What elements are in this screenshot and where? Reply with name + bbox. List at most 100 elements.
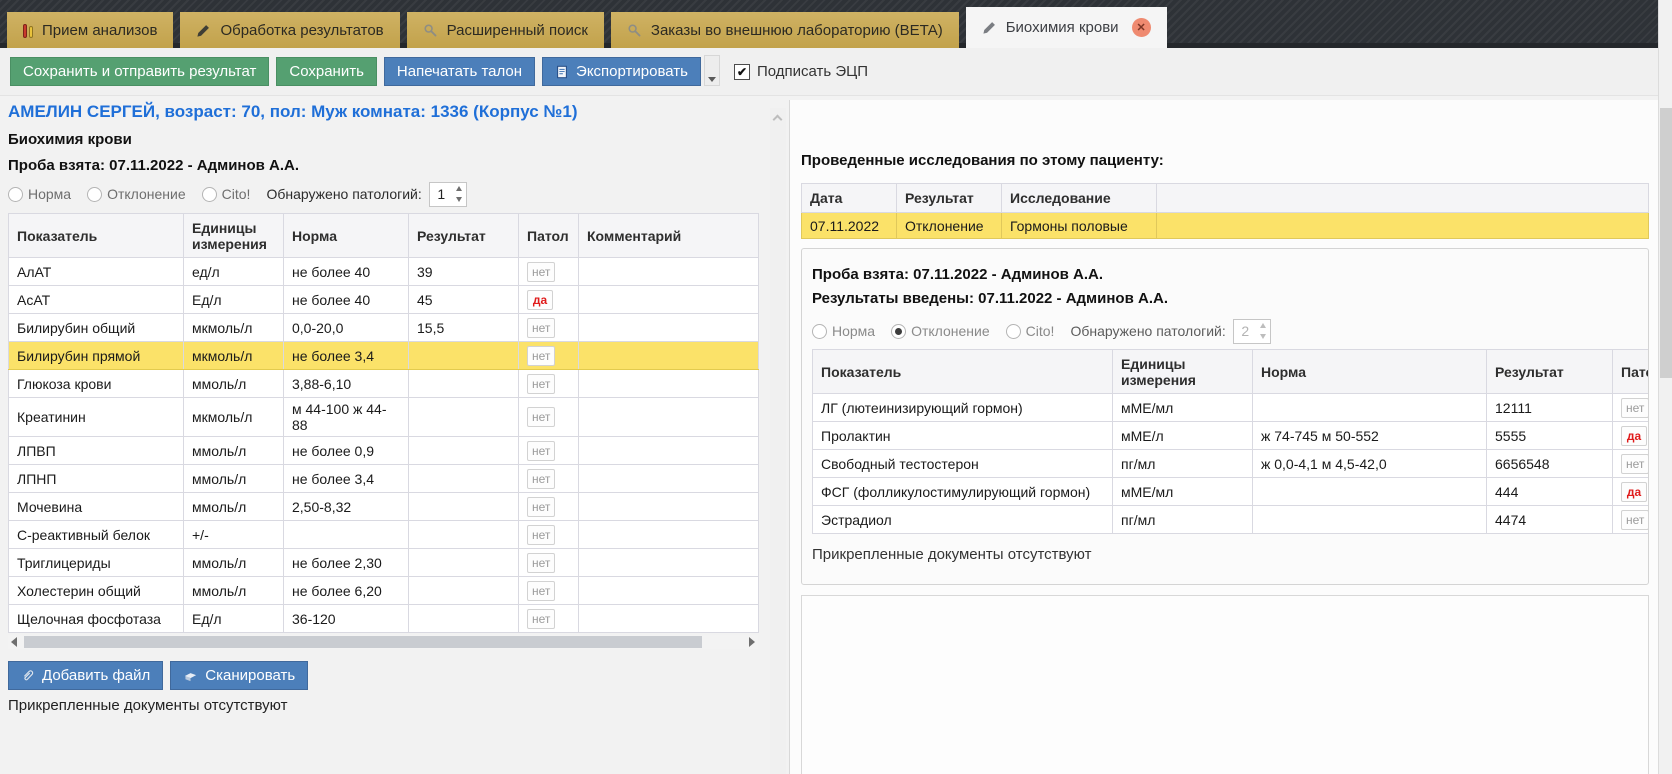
col-patol: Патол (519, 214, 579, 258)
panel-divider-scrollbar[interactable] (770, 108, 786, 774)
unit-cell: мМЕ/мл (1113, 394, 1253, 422)
comment-cell (579, 493, 759, 521)
name-cell: С-реактивный белок (9, 521, 184, 549)
pathology-cell: нет (519, 314, 579, 342)
result-cell (409, 370, 519, 398)
pathology-toggle[interactable]: нет (527, 553, 555, 573)
table-row[interactable]: Билирубин прямоймкмоль/лне более 3,4нет (9, 342, 759, 370)
scroll-right-arrow-icon[interactable] (749, 637, 755, 647)
pathology-toggle[interactable]: нет (527, 262, 555, 282)
unit-cell: ммоль/л (184, 549, 284, 577)
pathology-toggle[interactable]: нет (527, 441, 555, 461)
table-row[interactable]: Щелочная фосфотазаЕд/л36-120нет (9, 605, 759, 633)
pathology-toggle[interactable]: да (527, 290, 553, 310)
history-row[interactable]: 07.11.2022 Отклонение Гормоны половые (802, 213, 1649, 239)
pathology-toggle[interactable]: нет (527, 581, 555, 601)
table-row[interactable]: С-реактивный белок+/-нет (9, 521, 759, 549)
name-cell: ЛПВП (9, 437, 184, 465)
table-row[interactable]: Мочевинаммоль/л2,50-8,32нет (9, 493, 759, 521)
name-cell: Глюкоза крови (9, 370, 184, 398)
norm-cell (1253, 506, 1487, 534)
print-ticket-button[interactable]: Напечатать талон (384, 57, 535, 86)
chevron-up-icon (773, 115, 783, 125)
pathology-cell: нет (519, 549, 579, 577)
export-button[interactable]: Экспортировать (542, 57, 701, 86)
table-row[interactable]: Триглицеридыммоль/лне более 2,30нет (9, 549, 759, 577)
table-row[interactable]: Холестерин общийммоль/лне более 6,20нет (9, 577, 759, 605)
table-row[interactable]: Билирубин общиймкмоль/л0,0-20,015,5нет (9, 314, 759, 342)
pathology-count-stepper[interactable]: 1 (429, 182, 467, 207)
table-row[interactable]: Глюкоза кровиммоль/л3,88-6,10нет (9, 370, 759, 398)
tab-rasshirennyi-poisk[interactable]: Расширенный поиск (407, 12, 604, 48)
radio-norma-label: Норма (832, 323, 875, 339)
pathology-toggle[interactable]: нет (527, 318, 555, 338)
scrollbar-thumb[interactable] (24, 636, 702, 648)
detail-results-table: Показатель Единицы измерения Норма Резул… (812, 349, 1649, 534)
pathology-cell: нет (519, 577, 579, 605)
pathology-cell: да (519, 286, 579, 314)
button-label: Сканировать (205, 667, 295, 684)
pathology-toggle[interactable]: нет (527, 407, 555, 427)
pathology-toggle[interactable]: нет (527, 374, 555, 394)
comment-cell (579, 258, 759, 286)
pathology-toggle[interactable]: нет (527, 609, 555, 629)
norm-cell (1253, 394, 1487, 422)
tab-zakazy-vneshnyaya-lab[interactable]: Заказы во внешнюю лабораторию (BETA) (611, 12, 959, 48)
col-rezultat: Результат (1487, 350, 1613, 394)
radio-norma[interactable] (8, 187, 23, 202)
norm-cell: не более 6,20 (284, 577, 409, 605)
norm-cell: не более 0,9 (284, 437, 409, 465)
table-row[interactable]: ЛПВПммоль/лне более 0,9 нет (9, 437, 759, 465)
tab-priem-analizov[interactable]: Прием анализов (7, 12, 173, 48)
result-cell: 45 (409, 286, 519, 314)
stepper-arrows[interactable] (453, 183, 466, 206)
tab-bar: Прием анализов Обработка результатов Рас… (0, 0, 1672, 48)
tab-biohimiya-krovi[interactable]: Биохимия крови ✕ (966, 7, 1167, 48)
unit-cell: ммоль/л (184, 437, 284, 465)
radio-otklonenie-label: Отклонение (911, 323, 990, 339)
pathology-toggle[interactable]: нет (527, 469, 555, 489)
button-label: Экспортировать (576, 63, 688, 80)
radio-cito[interactable] (202, 187, 217, 202)
study-detail-card: Проба взята: 07.11.2022 - Админов А.А. Р… (801, 248, 1649, 585)
export-dropdown-toggle[interactable] (704, 55, 720, 86)
table-row[interactable]: Креатининмкмоль/лм 44-100 ж 44-88нет (9, 398, 759, 437)
horizontal-scrollbar[interactable] (8, 635, 758, 649)
pathology-toggle[interactable]: нет (527, 497, 555, 517)
window-vertical-scrollbar[interactable] (1658, 0, 1672, 774)
comment-cell (579, 342, 759, 370)
close-icon[interactable]: ✕ (1132, 18, 1151, 37)
sign-ecp-checkbox[interactable]: ✔ (734, 64, 750, 80)
save-button[interactable]: Сохранить (276, 57, 377, 86)
paperclip-icon (21, 668, 35, 683)
attachments-empty-text: Прикрепленные документы отсутствуют (8, 697, 758, 714)
norm-cell (1253, 478, 1487, 506)
scan-button[interactable]: Сканировать (170, 661, 308, 690)
sample-taken-line: Проба взята: 07.11.2022 - Админов А.А. (8, 157, 758, 174)
scroll-left-arrow-icon[interactable] (11, 637, 17, 647)
result-cell (409, 465, 519, 493)
comment-cell (579, 314, 759, 342)
pathology-toggle[interactable]: нет (527, 525, 555, 545)
table-row[interactable]: АсАТЕд/лне более 4045да (9, 286, 759, 314)
norm-cell: не более 40 (284, 258, 409, 286)
add-file-button[interactable]: Добавить файл (8, 661, 163, 690)
unit-cell: мМЕ/л (1113, 422, 1253, 450)
table-row[interactable]: АлАТед/лне более 4039нет (9, 258, 759, 286)
result-cell (409, 577, 519, 605)
button-label: Добавить файл (42, 667, 150, 684)
pathology-toggle[interactable]: нет (527, 346, 555, 366)
col-issledovanie: Исследование (1002, 184, 1157, 213)
scrollbar-thumb[interactable] (1660, 108, 1672, 378)
pathology-count-stepper-disabled: 2 (1233, 319, 1271, 344)
radio-otklonenie[interactable] (87, 187, 102, 202)
save-and-send-button[interactable]: Сохранить и отправить результат (10, 57, 269, 86)
result-cell: 39 (409, 258, 519, 286)
tab-obrabotka-rezultatov[interactable]: Обработка результатов (180, 12, 399, 48)
pathology-cell: нет (519, 605, 579, 633)
norm-cell: не более 40 (284, 286, 409, 314)
arrow-up-icon (1260, 323, 1266, 328)
result-cell: 12111 (1487, 394, 1613, 422)
table-row: Эстрадиолпг/мл4474нет (813, 506, 1650, 534)
table-row[interactable]: ЛПНПммоль/лне более 3,4нет (9, 465, 759, 493)
